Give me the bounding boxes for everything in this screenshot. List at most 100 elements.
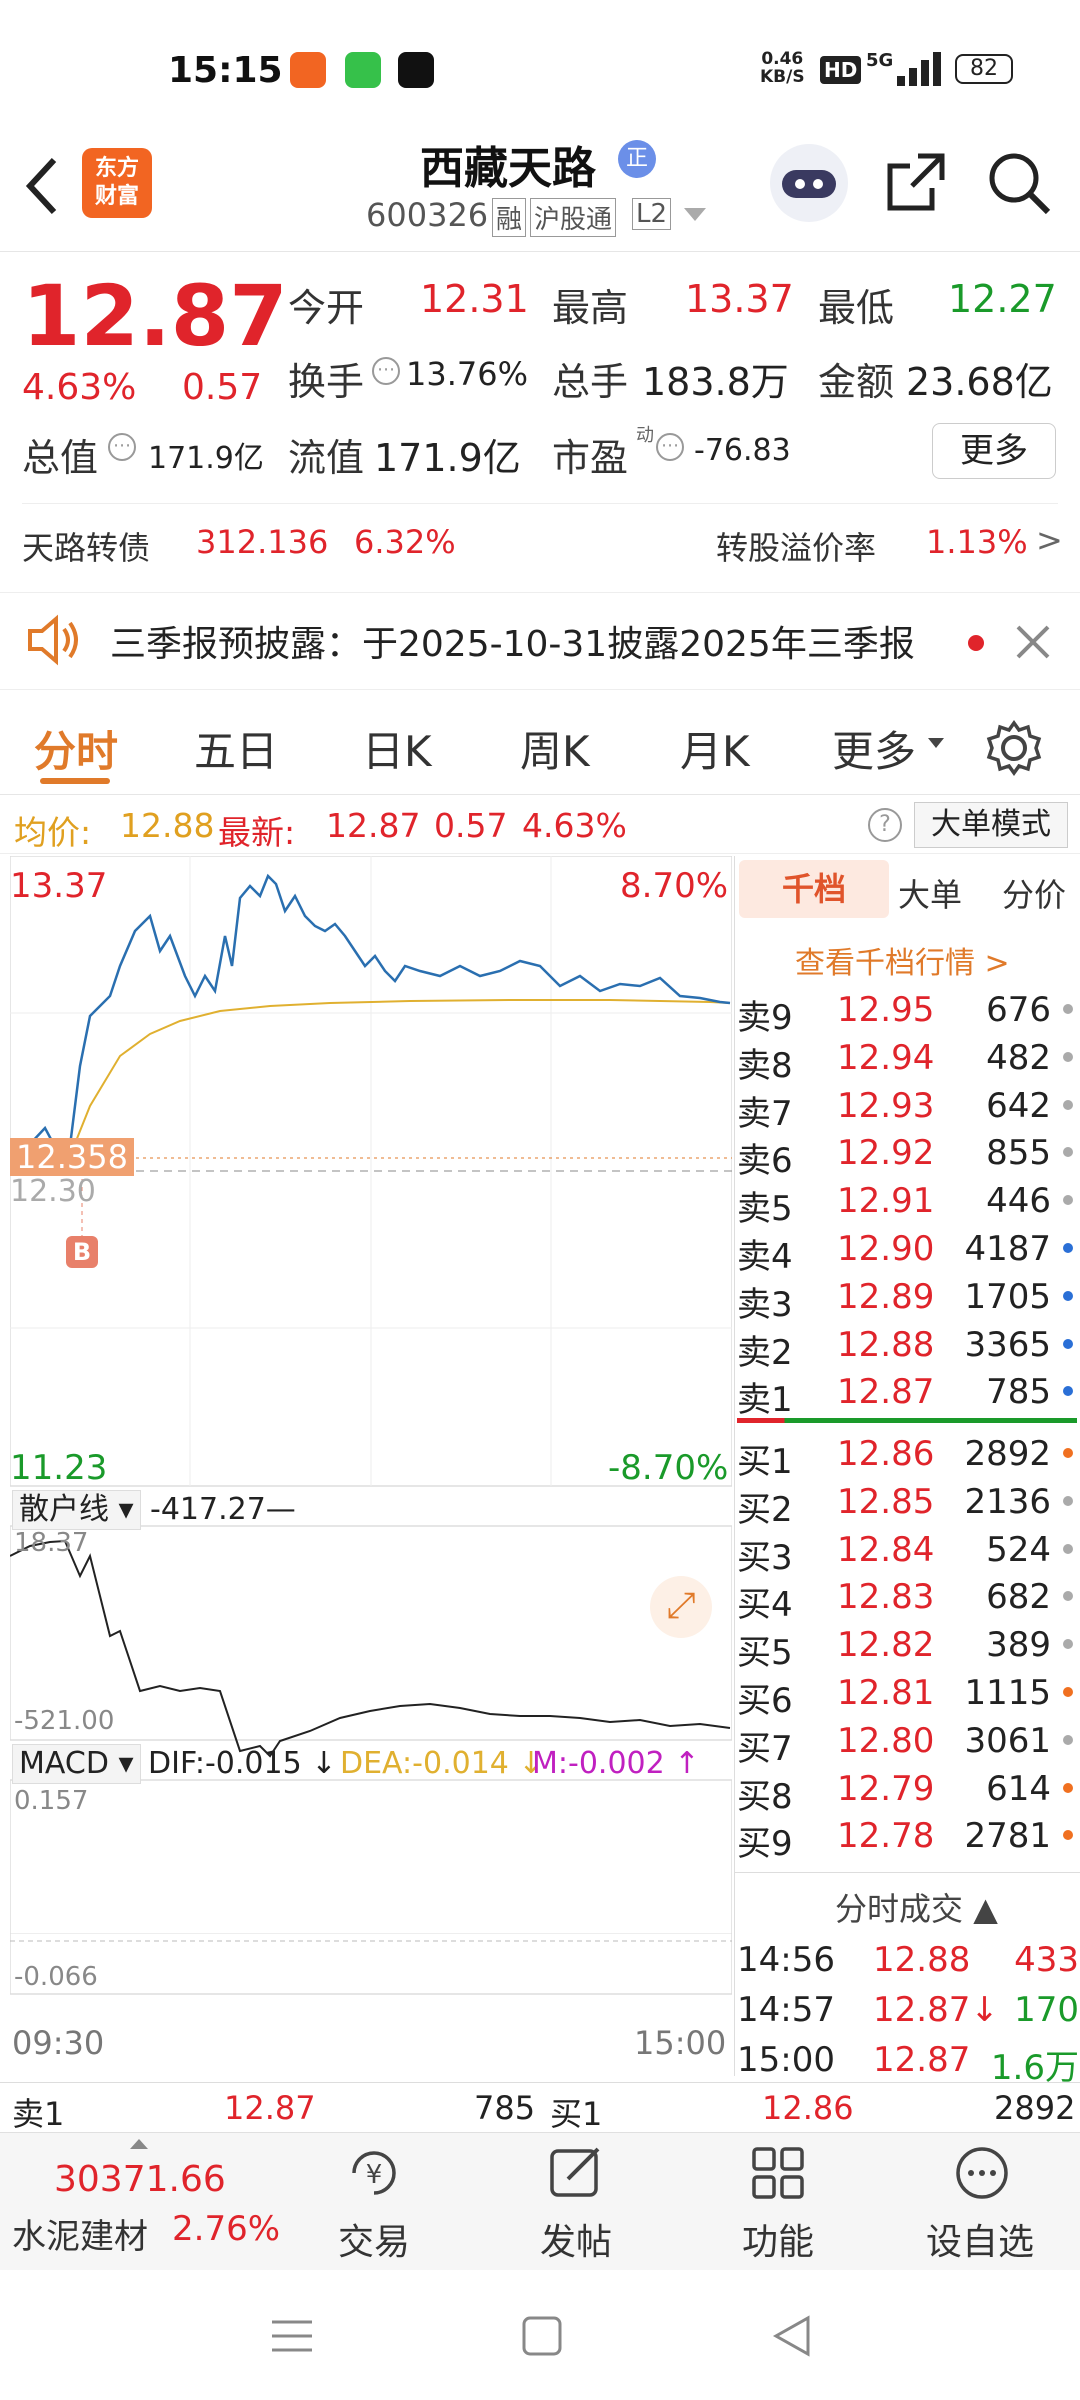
chart-max-percent: 8.70% [620, 866, 729, 906]
ask-row[interactable]: 卖1 12.87 785 [737, 1368, 1079, 1420]
chart-max-price: 13.37 [10, 866, 108, 906]
add-watchlist-button[interactable]: 设自选 [912, 2133, 1052, 2271]
ask-row[interactable]: 卖6 12.92 855 [737, 1129, 1079, 1181]
ask-row[interactable]: 卖4 12.90 4187 [737, 1225, 1079, 1277]
tab-five-day[interactable]: 五日 [194, 718, 278, 779]
menu-icon[interactable] [270, 2316, 314, 2356]
intraday-chart[interactable]: 13.37 8.70% 12.358 12.30 B 11.23 -8.70% … [10, 856, 732, 2076]
signal-5g-icon: 5G [866, 50, 894, 71]
back-icon[interactable] [22, 154, 62, 218]
functions-button[interactable]: 功能 [722, 2133, 832, 2271]
volume-dot [1063, 1099, 1073, 1110]
buy-point-icon[interactable]: B [66, 1236, 98, 1268]
macd-bottom-label: -0.066 [14, 1962, 98, 1992]
ai-assistant-icon[interactable] [770, 144, 848, 222]
tab-daily-k[interactable]: 日K [362, 718, 432, 779]
notice-bar[interactable]: 三季报预披露：于2025-10-31披露2025年三季报 [0, 592, 1080, 690]
info-icon[interactable]: ⋯ [108, 433, 136, 461]
ask-row[interactable]: 卖5 12.91 446 [737, 1177, 1079, 1229]
bid-row[interactable]: 买3 12.84 524 [737, 1526, 1079, 1578]
ask-row[interactable]: 卖9 12.95 676 [737, 986, 1079, 1038]
indicator-label: 散户线 [19, 1492, 109, 1527]
net-speed: 0.46 KB/S [760, 49, 805, 87]
connect-badge: 沪股通 [530, 198, 617, 237]
ask-row[interactable]: 卖8 12.94 482 [737, 1034, 1079, 1086]
close-icon[interactable] [1014, 623, 1052, 661]
bid-row[interactable]: 买9 12.78 2781 [737, 1812, 1079, 1864]
more-button[interactable]: 更多 [932, 423, 1056, 479]
sector-index-widget[interactable]: 30371.66 水泥建材 2.76% [0, 2133, 300, 2271]
tab-price-dist[interactable]: 分价 [979, 870, 1080, 916]
tab-intraday[interactable]: 分时 [34, 718, 118, 779]
add-watchlist-label: 设自选 [926, 2222, 1035, 2263]
chevron-down-icon[interactable] [684, 208, 706, 222]
macd-select[interactable]: MACD ▾ [12, 1744, 141, 1784]
market-cap-label: 总值 [22, 436, 99, 480]
turnover-label: 换手 [288, 360, 365, 404]
post-button[interactable]: 发帖 [520, 2133, 630, 2271]
bid-row[interactable]: 买1 12.86 2892 [737, 1430, 1079, 1482]
dif-value: DIF:-0.015 ↓ [148, 1746, 337, 1781]
indicator-select[interactable]: 散户线 ▾ [12, 1490, 141, 1530]
grid-icon [752, 2147, 804, 2199]
change-amount: 0.57 [182, 367, 263, 408]
stock-code: 600326 [366, 196, 489, 234]
expand-icon[interactable]: ⤢ [650, 1576, 712, 1638]
market-cap-value: 171.9亿 [148, 441, 264, 476]
ask-row[interactable]: 卖2 12.88 3365 [737, 1321, 1079, 1373]
divider [22, 503, 1058, 504]
speaker-icon [28, 614, 78, 666]
home-icon[interactable] [520, 2314, 564, 2358]
bid-row[interactable]: 买7 12.80 3061 [737, 1717, 1079, 1769]
trades-title[interactable]: 分时成交 ▲ [835, 1884, 998, 1930]
tab-more[interactable]: 更多 [832, 718, 916, 779]
volume-label: 总手 [552, 360, 629, 404]
trade-row: 15:00 12.87 1.6万 [737, 2040, 1079, 2088]
volume-dot [1063, 1195, 1073, 1206]
premium-label[interactable]: 转股溢价率 [716, 523, 876, 569]
ask-row[interactable]: 卖3 12.89 1705 [737, 1273, 1079, 1325]
level1-strip[interactable]: 卖1 12.87 785 买1 12.86 2892 [0, 2082, 1080, 2133]
tab-level-book[interactable]: 千档 [739, 860, 889, 918]
back-nav-icon[interactable] [770, 2314, 814, 2358]
tab-monthly-k[interactable]: 月K [680, 718, 750, 779]
big-order-mode-button[interactable]: 大单模式 [914, 802, 1068, 848]
dea-value: DEA:-0.014 ↓ [340, 1746, 544, 1781]
bid-row[interactable]: 买5 12.82 389 [737, 1621, 1079, 1673]
bid-row[interactable]: 买6 12.81 1115 [737, 1669, 1079, 1721]
view-full-book-link[interactable]: 查看千档行情 > [795, 938, 1010, 982]
bid-row[interactable]: 买2 12.85 2136 [737, 1478, 1079, 1530]
info-icon[interactable]: ⋯ [656, 433, 684, 461]
volume-dot [1063, 1004, 1073, 1014]
time-end: 15:00 [634, 2024, 727, 2062]
float-cap-label: 流值 [288, 436, 365, 480]
app-logo[interactable]: 东方 财富 [82, 148, 152, 218]
edit-icon [550, 2147, 600, 2197]
pe-label: 市盈 [552, 436, 629, 480]
info-icon[interactable]: ⋯ [372, 357, 400, 385]
tab-weekly-k[interactable]: 周K [520, 718, 590, 779]
volume-dot [1063, 1051, 1073, 1062]
share-icon[interactable] [884, 150, 948, 214]
volume-dot [1063, 1386, 1073, 1397]
app-notification-icon [290, 52, 326, 88]
sector-index-value: 30371.66 [54, 2159, 226, 2200]
more-dots-icon [956, 2147, 1008, 2199]
bid-row[interactable]: 买4 12.83 682 [737, 1573, 1079, 1625]
trade-button[interactable]: ¥ 交易 [318, 2133, 428, 2271]
chevron-right-icon[interactable]: > [1036, 521, 1063, 559]
bid-row[interactable]: 买8 12.79 614 [737, 1765, 1079, 1817]
volume-dot [1063, 1591, 1073, 1602]
trade-list: 14:56 12.88 433 14:57 12.87↓ 170 15:00 12.87 1… [737, 1936, 1079, 2088]
search-icon[interactable] [986, 150, 1052, 216]
bond-name[interactable]: 天路转债 [22, 523, 150, 569]
help-icon[interactable]: ? [868, 808, 902, 842]
svg-text:¥: ¥ [366, 2160, 383, 2190]
ask-row[interactable]: 卖7 12.93 642 [737, 1082, 1079, 1134]
open-value: 12.31 [420, 277, 529, 321]
tab-big-order[interactable]: 大单 [875, 870, 985, 916]
post-label: 发帖 [540, 2222, 613, 2263]
volume-dot [1063, 1639, 1073, 1650]
strip-ask-price: 12.87 [224, 2089, 316, 2127]
gear-icon[interactable] [986, 720, 1042, 776]
